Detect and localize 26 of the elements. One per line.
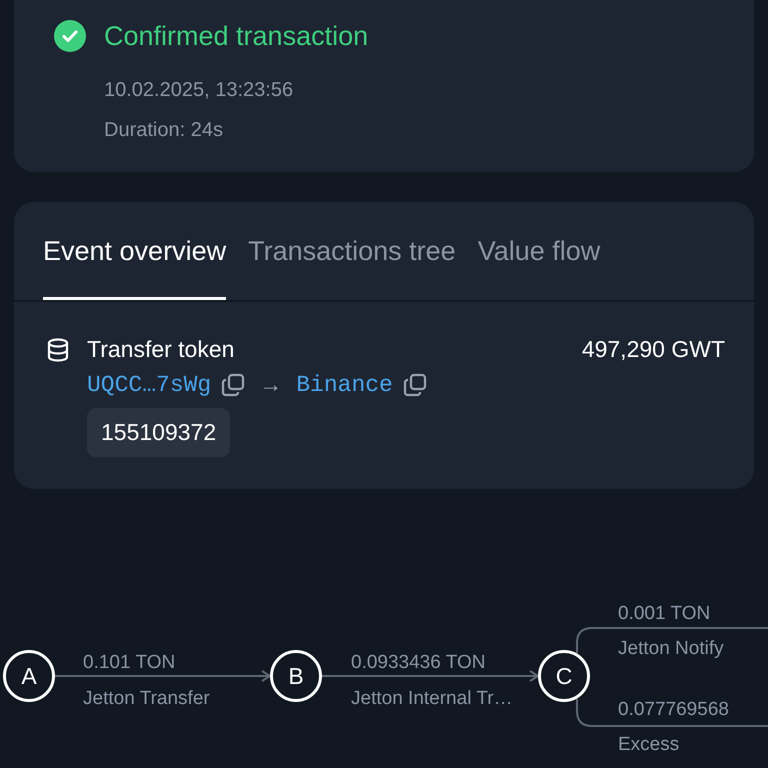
edge-amount: 0.101 TON: [83, 652, 176, 674]
flow-node[interactable]: A: [3, 650, 55, 702]
copy-icon[interactable]: [221, 372, 246, 396]
edge-amount: 0.077769568: [618, 699, 729, 721]
edge-operation: Jetton Transfer: [83, 688, 210, 710]
copy-icon[interactable]: [402, 372, 427, 396]
database-icon: [47, 338, 69, 362]
event-title: Transfer token: [87, 336, 234, 363]
tab[interactable]: Event overview: [43, 202, 226, 300]
tab[interactable]: Transactions tree: [248, 202, 456, 300]
timestamp: 10.02.2025, 13:23:56: [104, 78, 294, 102]
flow-node[interactable]: C: [538, 650, 590, 702]
flow-node[interactable]: B: [270, 650, 322, 702]
edge-operation: Jetton Internal Tr…: [351, 688, 513, 710]
event-amount: 497,290 GWT: [582, 336, 725, 363]
recipient-address-link[interactable]: Binance: [296, 372, 393, 398]
arrow-text: →: [259, 371, 282, 398]
tab[interactable]: Value flow: [478, 202, 600, 300]
edge-operation: Jetton Notify: [618, 638, 724, 660]
edge-operation: Excess: [618, 734, 680, 756]
edge-amount: 0.001 TON: [618, 603, 710, 625]
edge-amount: 0.0933436 TON: [351, 652, 486, 674]
duration: Duration: 24s: [104, 118, 224, 142]
status-title: Confirmed transaction: [104, 20, 368, 52]
sender-address-link[interactable]: UQCC…7sWg: [87, 372, 212, 398]
comment-tag: 155109372: [87, 408, 230, 457]
